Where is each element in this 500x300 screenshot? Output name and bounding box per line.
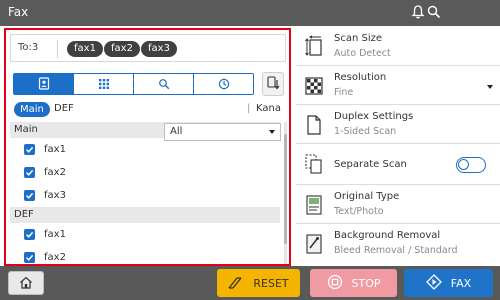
stop-icon: [327, 274, 352, 293]
scan-size-icon: [304, 35, 324, 59]
settings-panel: Scan Size Auto Detect Resolution Fine Du…: [296, 28, 500, 266]
setting-value: Bleed Removal / Standard: [334, 245, 458, 256]
tab-keypad[interactable]: [74, 74, 134, 94]
setting-value: Text/Photo: [334, 206, 384, 217]
setting-duplex[interactable]: Duplex Settings 1-Sided Scan: [296, 106, 500, 144]
list-item[interactable]: fax2: [10, 246, 280, 264]
fax-label: FAX: [450, 276, 472, 290]
setting-separate-scan[interactable]: Separate Scan: [296, 145, 500, 185]
window-title: Fax: [8, 5, 29, 19]
home-icon: [19, 274, 33, 293]
checkbox-checked-icon[interactable]: [24, 190, 35, 201]
list-item-label: fax2: [44, 252, 66, 263]
setting-title: Duplex Settings: [334, 111, 414, 122]
recipient-count: To:3: [18, 42, 39, 53]
list-item[interactable]: fax3: [10, 184, 280, 207]
index-separator: |: [247, 103, 251, 114]
divider: [57, 40, 58, 58]
bottom-bar: RESET STOP FAX: [0, 266, 500, 300]
chevron-down-icon: [487, 85, 493, 89]
index-def[interactable]: DEF: [54, 103, 74, 114]
setting-value: Fine: [334, 87, 354, 98]
resolution-icon: [304, 74, 324, 98]
setting-title: Original Type: [334, 191, 400, 202]
index-main[interactable]: Main: [14, 102, 50, 117]
reset-label: RESET: [253, 276, 289, 290]
list-item[interactable]: fax1: [10, 223, 280, 246]
reset-button[interactable]: RESET: [217, 269, 300, 297]
stop-button[interactable]: STOP: [310, 269, 397, 297]
tab-history[interactable]: [194, 74, 253, 94]
search-icon: [158, 75, 170, 94]
checkbox-checked-icon[interactable]: [24, 144, 35, 155]
sort-icon: [266, 75, 280, 94]
start-icon: [425, 273, 451, 293]
index-kana[interactable]: Kana: [256, 103, 281, 114]
sort-button[interactable]: [262, 72, 284, 96]
checkbox-checked-icon[interactable]: [24, 229, 35, 240]
start-fax-button[interactable]: FAX: [404, 269, 493, 297]
setting-title: Background Removal: [334, 230, 441, 241]
stop-label: STOP: [351, 276, 381, 290]
list-item-label: fax1: [44, 144, 66, 155]
list-item[interactable]: fax1: [10, 138, 280, 161]
search-icon[interactable]: [426, 4, 442, 20]
setting-value: 1-Sided Scan: [334, 126, 397, 137]
setting-original-type[interactable]: Original Type Text/Photo: [296, 186, 500, 224]
chevron-down-icon: [269, 130, 275, 134]
original-type-icon: [304, 193, 324, 217]
list-item-label: fax2: [44, 167, 66, 178]
list-item[interactable]: fax2: [10, 161, 280, 184]
address-tabs: [13, 73, 254, 95]
filter-dropdown[interactable]: All: [164, 123, 281, 141]
checkbox-checked-icon[interactable]: [24, 252, 35, 263]
filter-selected: All: [170, 126, 183, 137]
recipient-chip[interactable]: fax2: [104, 41, 140, 57]
group-header: DEF: [10, 207, 280, 223]
separate-scan-toggle[interactable]: [456, 157, 486, 173]
setting-value: Auto Detect: [334, 48, 391, 59]
tab-address-book[interactable]: [14, 74, 74, 94]
address-list: Main fax1 fax2 fax3 DEF fax1 fax2: [10, 122, 280, 264]
bell-icon[interactable]: [410, 4, 426, 20]
setting-scan-size[interactable]: Scan Size Auto Detect: [296, 28, 500, 66]
title-bar: Fax: [0, 0, 500, 26]
eraser-icon: [228, 275, 253, 292]
scrollbar-thumb[interactable]: [284, 134, 287, 244]
list-item-label: fax1: [44, 229, 66, 240]
recipient-field[interactable]: To:3 fax1 fax2 fax3: [10, 34, 286, 62]
setting-title: Resolution: [334, 72, 387, 83]
index-row: Main DEF | Kana: [12, 102, 287, 118]
recipient-chip[interactable]: fax3: [141, 41, 177, 57]
recipient-chip[interactable]: fax1: [67, 41, 103, 57]
separate-scan-icon: [304, 152, 324, 176]
address-book-icon: [38, 75, 50, 94]
background-removal-icon: [304, 232, 324, 256]
setting-title: Separate Scan: [334, 159, 407, 170]
toggle-knob: [458, 159, 469, 170]
setting-background-removal[interactable]: Background Removal Bleed Removal / Stand…: [296, 225, 500, 266]
checkbox-checked-icon[interactable]: [24, 167, 35, 178]
destination-panel: To:3 fax1 fax2 fax3 Main DEF | Kana Main…: [4, 28, 291, 266]
setting-resolution[interactable]: Resolution Fine: [296, 67, 500, 105]
keypad-icon: [98, 75, 110, 94]
list-item-label: fax3: [44, 190, 66, 201]
home-button[interactable]: [8, 271, 44, 295]
setting-title: Scan Size: [334, 33, 383, 44]
duplex-icon: [304, 113, 324, 137]
tab-search[interactable]: [134, 74, 194, 94]
history-icon: [218, 75, 230, 94]
